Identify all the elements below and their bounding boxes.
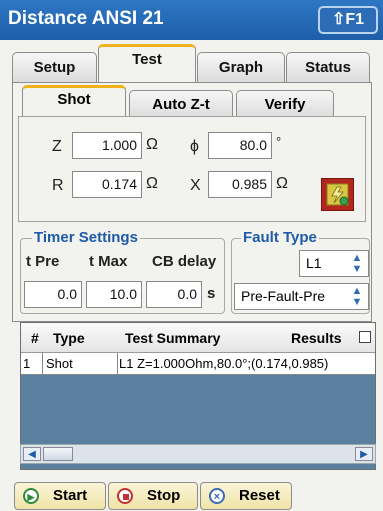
- table-row[interactable]: 1 Shot L1 Z=1.000Ohm,80.0°;(0.174,0.985): [21, 353, 375, 375]
- scroll-left-icon[interactable]: ◀: [23, 447, 41, 461]
- cbdelay-unit: s: [207, 285, 216, 302]
- z-label: Z: [52, 138, 62, 155]
- fault-mode-spinner-icon[interactable]: ▲ ▼: [348, 286, 366, 308]
- subtab-verify[interactable]: Verify: [236, 90, 334, 118]
- tpre-field[interactable]: 0.0: [24, 281, 82, 308]
- r-field[interactable]: 0.174: [72, 171, 142, 198]
- reset-x-icon: ×: [209, 488, 225, 504]
- horizontal-scrollbar[interactable]: ◀ ▶: [20, 444, 376, 464]
- fault-loop-value: L1: [306, 255, 322, 271]
- play-icon: ▶: [23, 488, 39, 504]
- start-button[interactable]: ▶ Start: [14, 482, 106, 510]
- fault-loop-select[interactable]: L1 ▲ ▼: [299, 250, 369, 277]
- cbdelay-field[interactable]: 0.0: [146, 281, 202, 308]
- col-results: Results: [291, 330, 342, 346]
- start-label: Start: [53, 487, 88, 504]
- fault-mode-select[interactable]: Pre-Fault-Pre ▲ ▼: [234, 283, 369, 310]
- stop-button[interactable]: Stop: [108, 482, 198, 510]
- x-unit: Ω: [276, 175, 288, 192]
- r-label: R: [52, 177, 64, 194]
- x-field[interactable]: 0.985: [208, 171, 272, 198]
- divider: [21, 353, 43, 375]
- timer-settings-title: Timer Settings: [32, 229, 140, 246]
- tmax-field[interactable]: 10.0: [86, 281, 142, 308]
- table-header: # Type Test Summary Results: [21, 323, 375, 353]
- divider: [42, 353, 118, 375]
- subtab-auto-zt[interactable]: Auto Z-t: [129, 90, 233, 118]
- z-field[interactable]: 1.000: [72, 132, 142, 159]
- col-num: #: [31, 330, 39, 346]
- fault-type-title: Fault Type: [241, 229, 319, 246]
- column-chooser-icon[interactable]: [359, 331, 371, 343]
- reset-label: Reset: [239, 487, 280, 504]
- phi-label: ϕ: [190, 138, 199, 155]
- x-label: X: [190, 177, 201, 194]
- r-unit: Ω: [146, 175, 158, 192]
- reset-button[interactable]: × Reset: [200, 482, 292, 510]
- phi-field[interactable]: 80.0: [208, 132, 272, 159]
- row-summary: L1 Z=1.000Ohm,80.0°;(0.174,0.985): [119, 356, 329, 371]
- tab-graph[interactable]: Graph: [197, 52, 285, 82]
- col-summary: Test Summary: [125, 330, 221, 346]
- stop-label: Stop: [147, 487, 181, 504]
- tab-test[interactable]: Test: [98, 44, 196, 82]
- fault-loop-spinner-icon[interactable]: ▲ ▼: [348, 253, 366, 275]
- col-type: Type: [53, 330, 85, 346]
- scroll-thumb[interactable]: [43, 447, 73, 461]
- shot-button[interactable]: [321, 178, 354, 211]
- phi-unit: °: [276, 134, 282, 149]
- z-unit: Ω: [146, 136, 158, 153]
- tmax-label: t Max: [89, 253, 128, 270]
- lightning-icon: [326, 183, 349, 206]
- fault-mode-value: Pre-Fault-Pre: [241, 288, 326, 304]
- stop-icon: [117, 488, 133, 504]
- tpre-label: t Pre: [26, 253, 60, 270]
- tab-setup[interactable]: Setup: [12, 52, 97, 82]
- help-button[interactable]: ⇧F1: [318, 6, 378, 34]
- tab-status[interactable]: Status: [286, 52, 370, 82]
- shot-pane: [18, 116, 366, 222]
- window-title: Distance ANSI 21: [8, 8, 164, 29]
- subtab-shot[interactable]: Shot: [22, 85, 126, 116]
- scroll-right-icon[interactable]: ▶: [355, 447, 373, 461]
- cbdelay-label: CB delay: [152, 253, 217, 270]
